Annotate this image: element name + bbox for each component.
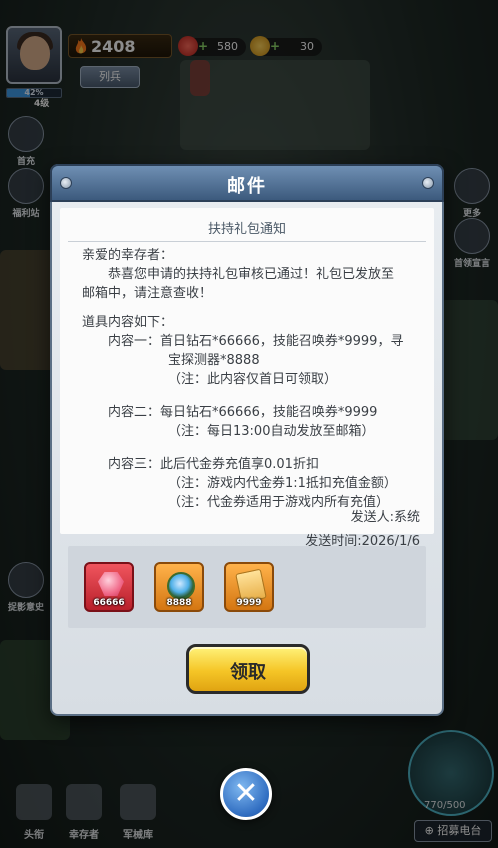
dialog-header: 邮件 [50,164,444,202]
close-button[interactable]: ✕ [220,768,272,820]
treasure-detector-icon [167,572,195,600]
content-three: 内容三：此后代金券充值享0.01折扣 [108,457,319,472]
intro-line: 邮箱中，请注意查收！ [82,286,213,301]
content-two-note: （注：每日13:00自动发放至邮箱） [168,424,375,439]
mail-sender: 发送人:系统 [350,510,420,525]
reward-item[interactable]: 66666 [84,562,134,612]
close-icon: ✕ [233,776,259,811]
divider [68,241,426,242]
content-one: 内容一：首日钻石*66666，技能召唤券*9999，寻 [108,334,404,349]
reward-item[interactable]: 8888 [154,562,204,612]
pink-diamond-icon [98,572,124,596]
reward-count: 8888 [166,598,192,608]
greeting: 亲爱的幸存者： [82,248,174,263]
claim-label: 领取 [230,662,266,683]
reward-count: 9999 [236,598,262,608]
items-heading: 道具内容如下： [82,315,174,330]
content-one-note: （注：此内容仅首日可领取） [168,372,338,387]
intro-line: 恭喜您申请的扶持礼包审核已通过！礼包已发放至 [108,267,395,282]
mail-subject: 扶持礼包通知 [207,222,286,237]
mail-content: 亲爱的幸存者： 恭喜您申请的扶持礼包审核已通过！礼包已发放至 邮箱中，请注意查收… [82,246,422,512]
content-two: 内容二：每日钻石*66666，技能召唤券*9999 [108,405,378,420]
reward-count: 66666 [93,598,125,608]
mail-body: 扶持礼包通知 亲爱的幸存者： 恭喜您申请的扶持礼包审核已通过！礼包已发放至 邮箱… [60,208,434,549]
content-one-cont: 宝探测器*8888 [168,353,260,368]
reward-item[interactable]: 9999 [224,562,274,612]
mail-dialog: 邮件 扶持礼包通知 亲爱的幸存者： 恭喜您申请的扶持礼包审核已通过！礼包已发放至… [50,164,444,716]
reward-panel: 66666 8888 9999 [68,546,426,628]
content-three-note: （注：游戏内代金券1:1抵扣充值金额） [168,476,397,491]
claim-button[interactable]: 领取 [186,644,310,694]
dialog-title: 邮件 [227,176,267,197]
